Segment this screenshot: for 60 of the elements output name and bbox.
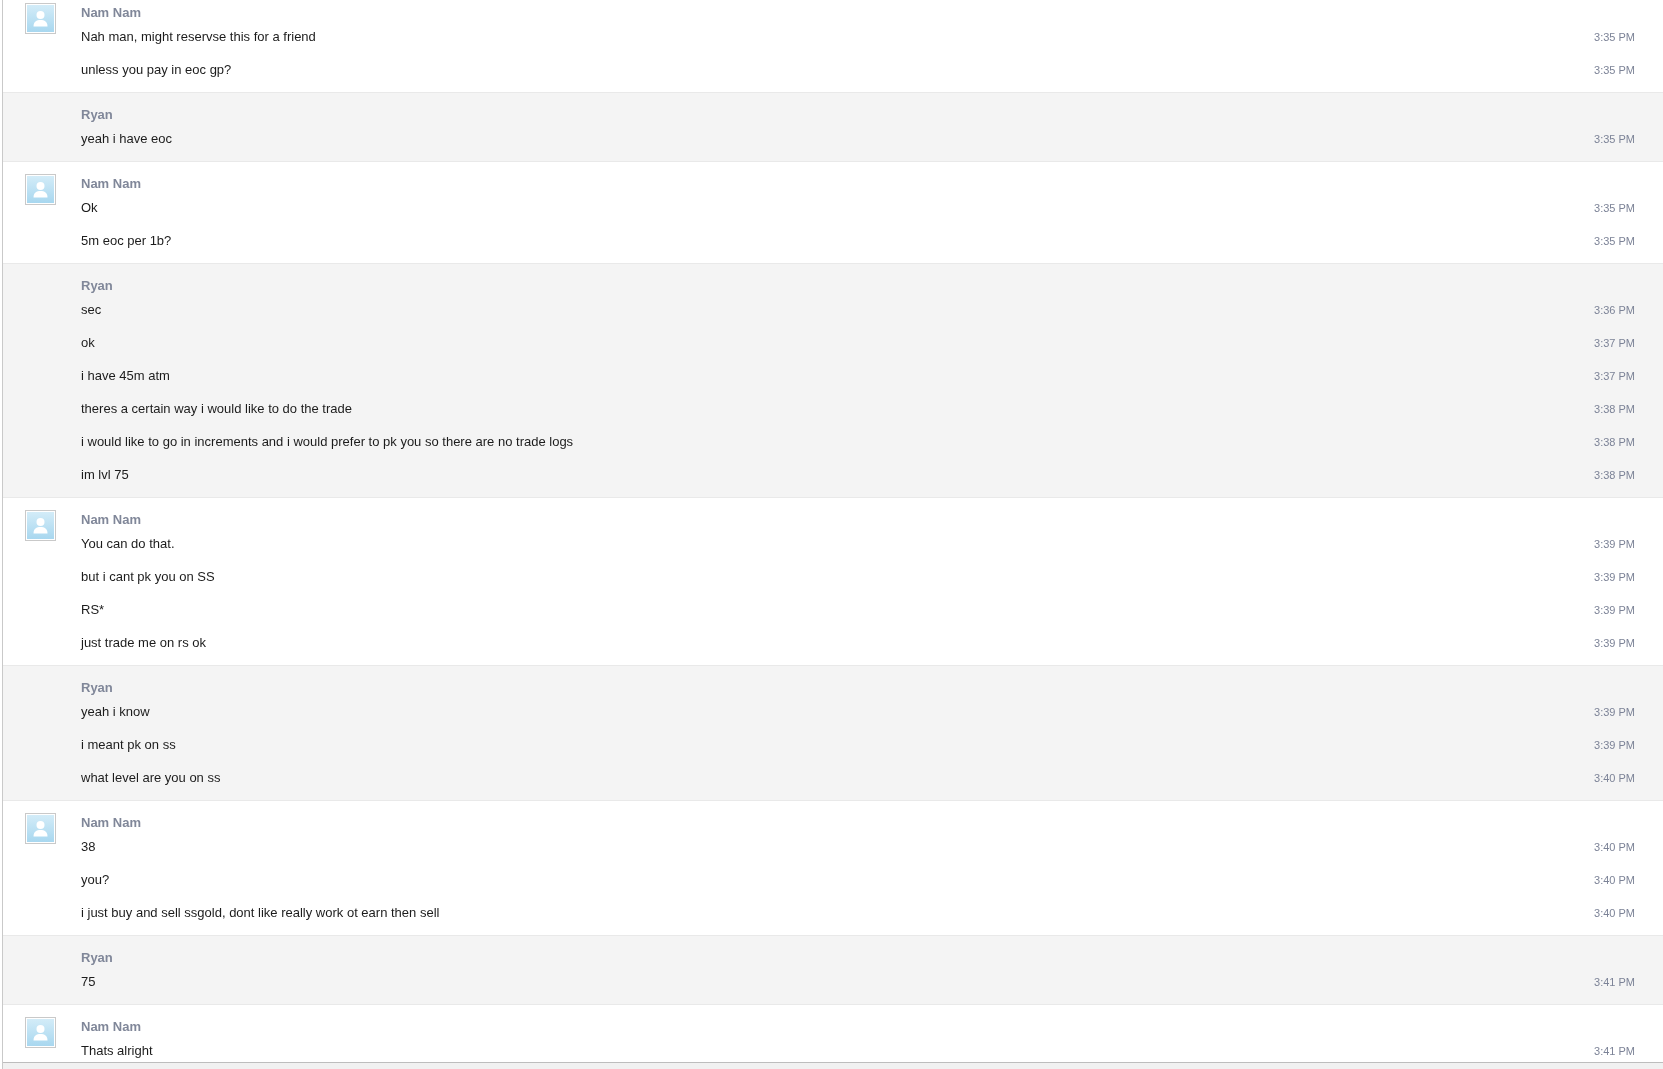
avatar-silhouette-icon <box>25 174 56 205</box>
message-time: 3:39 PM <box>1594 737 1635 752</box>
message-time: 3:35 PM <box>1594 29 1635 44</box>
message-time: 3:35 PM <box>1594 200 1635 215</box>
message-text: but i cant pk you on SS <box>81 568 215 585</box>
avatar-silhouette-icon <box>25 1017 56 1048</box>
message-text: Nah man, might reservse this for a friend <box>81 28 316 45</box>
message-text: 38 <box>81 838 96 855</box>
sender-name: Nam Nam <box>81 1020 141 1034</box>
sender-name: Nam Nam <box>81 6 141 20</box>
message-text: You can do that. <box>81 535 175 552</box>
message-text: just trade me on rs ok <box>81 634 206 651</box>
message-time: 3:35 PM <box>1594 233 1635 248</box>
message-time: 3:39 PM <box>1594 602 1635 617</box>
message-time: 3:39 PM <box>1594 569 1635 584</box>
message-text: what level are you on ss <box>81 769 221 786</box>
message-time: 3:41 PM <box>1594 974 1635 989</box>
sender-name: Ryan <box>81 108 113 122</box>
message-time: 3:40 PM <box>1594 905 1635 920</box>
message-text: Ok <box>81 199 98 216</box>
message-text: i have 45m atm <box>81 367 170 384</box>
message-text: i just buy and sell ssgold, dont like really work ot earn then sell <box>81 904 440 921</box>
message-text: you? <box>81 871 110 888</box>
message-text: ok <box>81 334 95 351</box>
message-time: 3:38 PM <box>1594 434 1635 449</box>
message-time: 3:40 PM <box>1594 839 1635 854</box>
sender-name: Ryan <box>81 951 113 965</box>
message-text: i would like to go in increments and i would prefer to pk you so there are no trade logs <box>81 433 574 450</box>
message-text: i meant pk on ss <box>81 736 176 753</box>
message-time: 3:39 PM <box>1594 635 1635 650</box>
message-text: RS* <box>81 601 105 618</box>
message-text: Thats alright <box>81 1042 153 1059</box>
message-text: theres a certain way i would like to do the trade <box>81 400 352 417</box>
message-time: 3:39 PM <box>1594 704 1635 719</box>
sender-name: Ryan <box>81 681 113 695</box>
avatar-silhouette-icon <box>25 813 56 844</box>
avatar-silhouette-icon <box>25 3 56 34</box>
message-time: 3:39 PM <box>1594 536 1635 551</box>
message-text: 5m eoc per 1b? <box>81 232 172 249</box>
message-time: 3:36 PM <box>1594 302 1635 317</box>
sender-name: Nam Nam <box>81 177 141 191</box>
message-time: 3:37 PM <box>1594 335 1635 350</box>
message-time: 3:40 PM <box>1594 770 1635 785</box>
message-text: unless you pay in eoc gp? <box>81 61 232 78</box>
message-text: yeah i know <box>81 703 150 720</box>
message-text: 75 <box>81 973 96 990</box>
sender-name: Ryan <box>81 279 113 293</box>
message-time: 3:38 PM <box>1594 401 1635 416</box>
message-time: 3:35 PM <box>1594 62 1635 77</box>
sender-name: Nam Nam <box>81 513 141 527</box>
message-time: 3:40 PM <box>1594 872 1635 887</box>
sender-name: Nam Nam <box>81 816 141 830</box>
message-text: im lvl 75 <box>81 466 129 483</box>
message-text: yeah i have eoc <box>81 130 173 147</box>
message-time: 3:37 PM <box>1594 368 1635 383</box>
message-time: 3:38 PM <box>1594 467 1635 482</box>
message-time: 3:35 PM <box>1594 131 1635 146</box>
message-text: sec <box>81 301 102 318</box>
avatar-silhouette-icon <box>25 510 56 541</box>
message-time: 3:41 PM <box>1594 1043 1635 1058</box>
